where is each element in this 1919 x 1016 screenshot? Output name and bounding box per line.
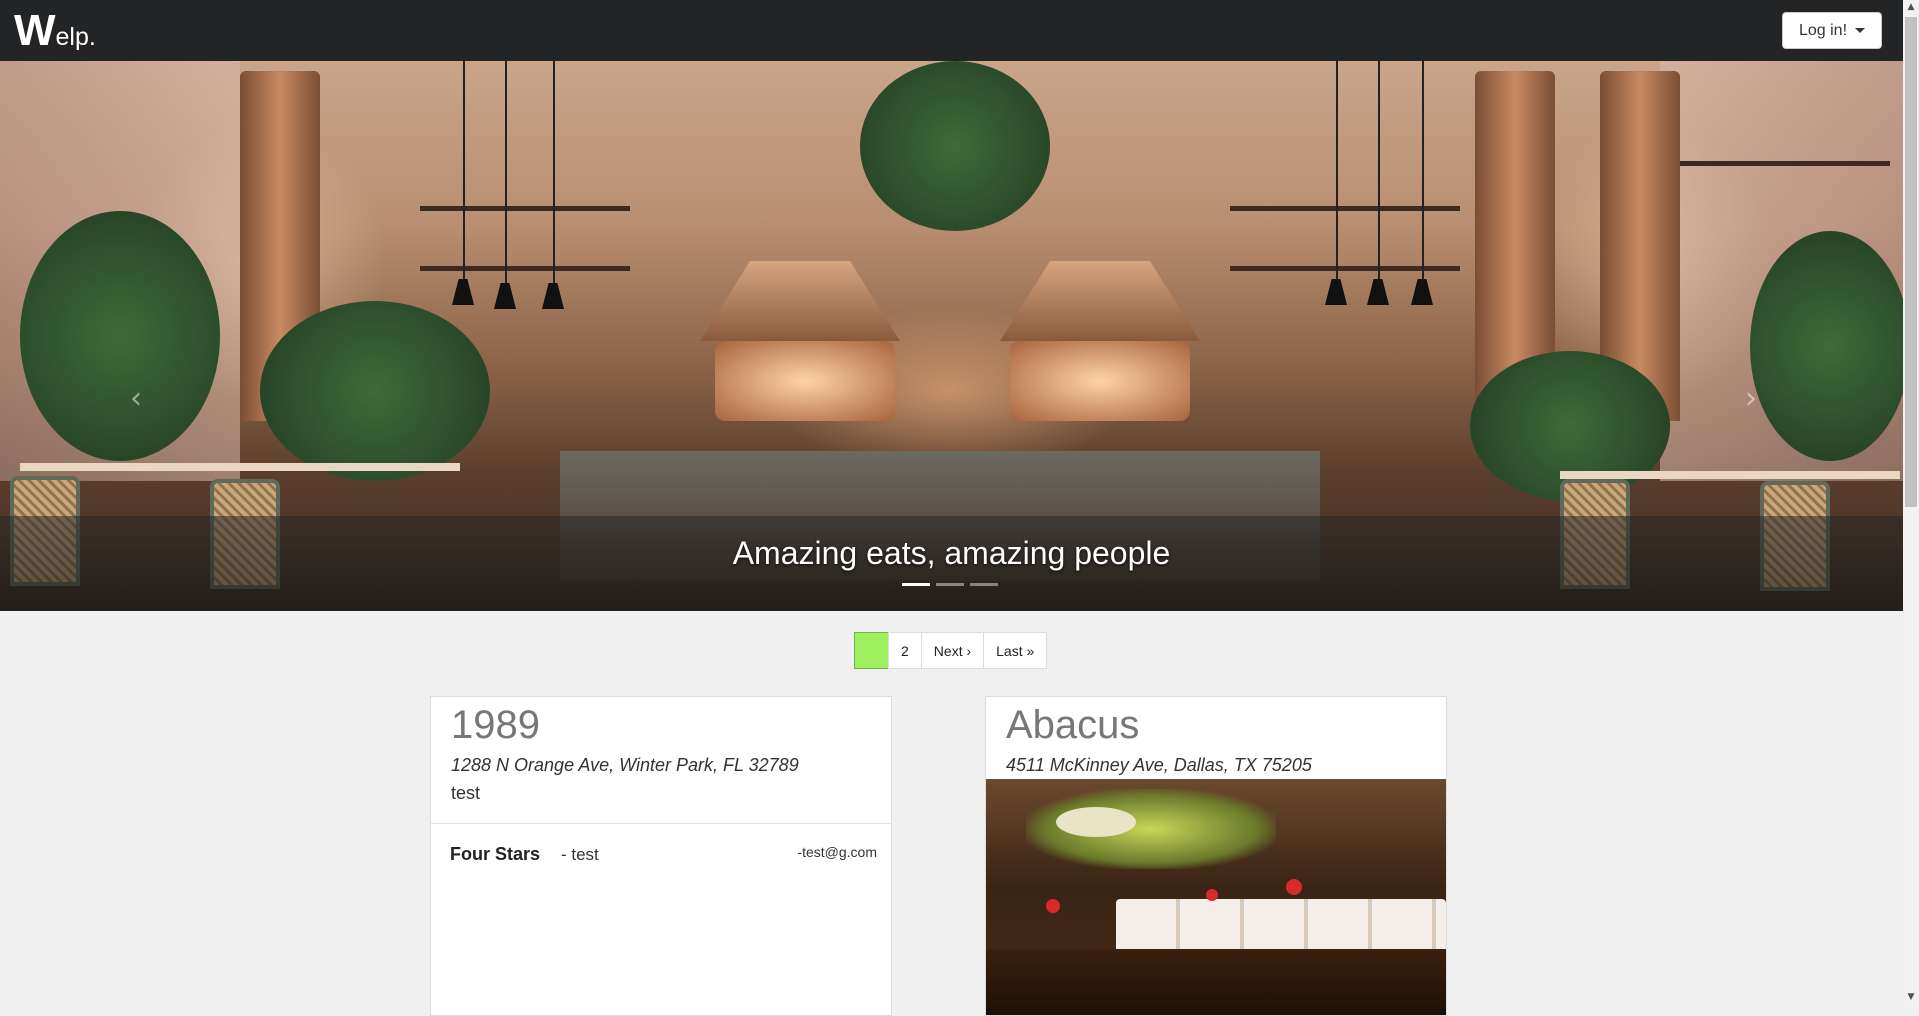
carousel-indicators: [902, 583, 998, 586]
restaurant-description: test: [451, 783, 481, 803]
chevron-right-icon[interactable]: ›: [1745, 381, 1757, 416]
divider: [431, 823, 891, 824]
last-page-link[interactable]: Last »: [983, 632, 1048, 669]
restaurant-photo[interactable]: [986, 779, 1446, 1015]
restaurant-address: 4511 McKinney Ave, Dallas, TX 75205: [1006, 755, 1312, 775]
carousel-indicator[interactable]: [936, 583, 964, 586]
restaurant-name[interactable]: 1989: [451, 703, 540, 748]
scroll-down-icon[interactable]: ▼: [1905, 992, 1917, 1006]
restaurant-name[interactable]: Abacus: [1006, 703, 1139, 748]
brand-logo[interactable]: Welp.: [14, 6, 96, 56]
login-dropdown-button[interactable]: Log in!: [1782, 12, 1882, 49]
review-text: - test: [561, 845, 599, 864]
login-label: Log in!: [1798, 21, 1848, 39]
caret-down-icon: [1855, 28, 1866, 33]
chevron-left-icon[interactable]: ‹: [130, 381, 142, 416]
restaurant-card[interactable]: 1989 1288 N Orange Ave, Winter Park, FL …: [430, 696, 892, 1016]
review-author: -test@g.com: [797, 844, 877, 860]
pagination: 1 2 Next › Last »: [854, 632, 1048, 669]
hero-carousel: Amazing eats, amazing people ‹ ›: [0, 61, 1903, 611]
carousel-indicator[interactable]: [970, 583, 998, 586]
scroll-up-icon[interactable]: ▲: [1905, 2, 1917, 16]
next-page-link[interactable]: Next ›: [920, 632, 985, 669]
carousel-caption: Amazing eats, amazing people: [732, 535, 1171, 571]
review-rating: Four Stars: [450, 844, 541, 864]
carousel-indicator[interactable]: [902, 583, 930, 586]
page-link-2[interactable]: 2: [888, 632, 922, 669]
restaurant-card[interactable]: Abacus 4511 McKinney Ave, Dallas, TX 752…: [985, 696, 1447, 1016]
scrollbar-thumb[interactable]: [1905, 17, 1917, 507]
restaurant-address: 1288 N Orange Ave, Winter Park, FL 32789: [451, 755, 799, 775]
page-link-1[interactable]: 1: [854, 632, 889, 669]
navbar: Welp. Log in!: [0, 0, 1903, 61]
